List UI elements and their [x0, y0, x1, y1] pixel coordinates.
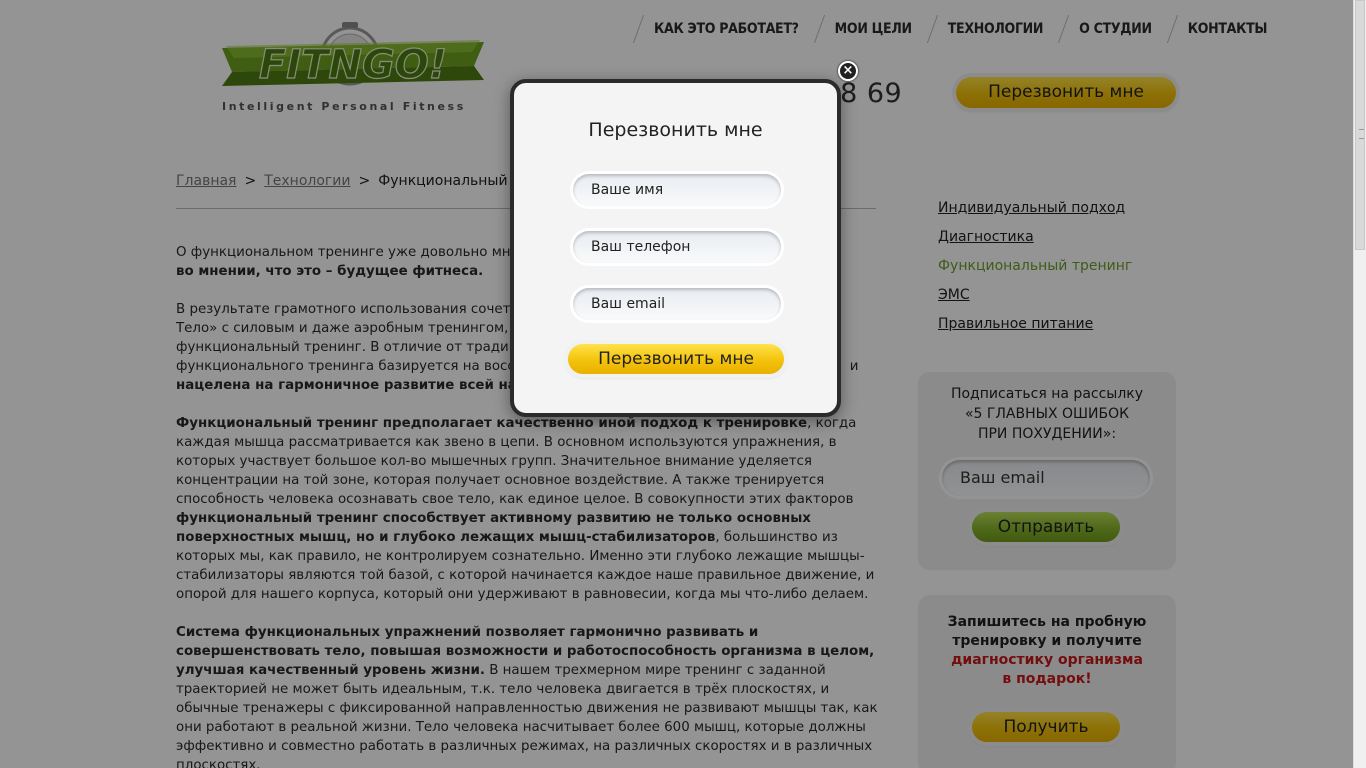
callback-modal: Перезвонить мне Ваше имя Ваш телефон Ваш… [510, 79, 841, 417]
email-field[interactable]: Ваш email [573, 288, 781, 320]
name-field[interactable]: Ваше имя [573, 174, 781, 206]
modal-submit-button[interactable]: Перезвонить мне [568, 344, 784, 374]
page: КАК ЭТО РАБОТАЕТ? МОИ ЦЕЛИ ТЕХНОЛОГИИ О … [0, 0, 1353, 768]
scrollbar-thumb[interactable] [1355, 0, 1365, 250]
scrollbar[interactable] [1353, 0, 1366, 768]
close-icon[interactable]: × [838, 61, 858, 81]
grip-icon [1359, 129, 1364, 139]
modal-title: Перезвонить мне [588, 119, 763, 141]
phone-field[interactable]: Ваш телефон [573, 231, 781, 263]
